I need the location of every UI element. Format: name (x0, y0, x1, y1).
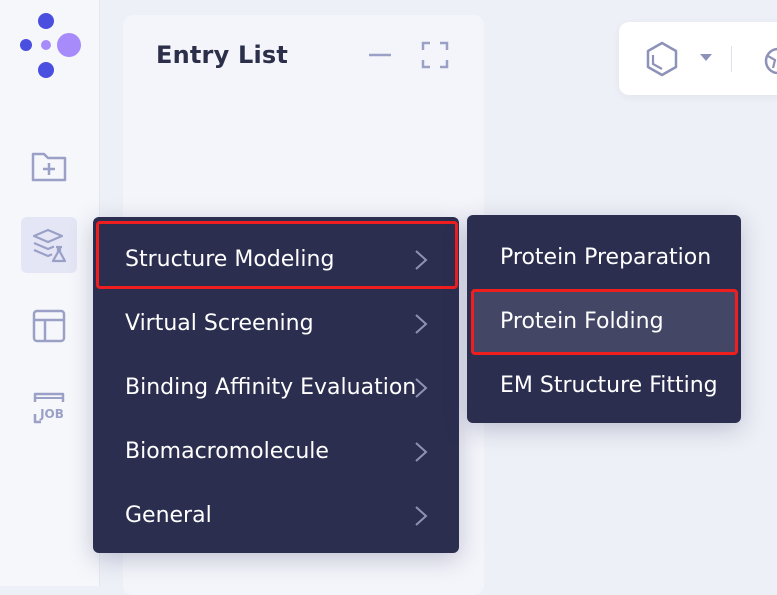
chevron-right-icon (415, 250, 428, 270)
dots-logo-icon[interactable] (14, 12, 84, 82)
menu-item-general[interactable]: General (93, 483, 459, 547)
menu-item-label: Protein Preparation (500, 244, 712, 270)
chevron-right-icon (415, 378, 428, 398)
menu-item-label: Protein Folding (500, 308, 664, 334)
molecule-hexagon-icon[interactable] (643, 40, 681, 78)
menu-item-label: General (125, 502, 212, 528)
chevron-right-icon (415, 506, 428, 526)
menu-item-binding-affinity-evaluation[interactable]: Binding Affinity Evaluation (93, 355, 459, 419)
chevron-right-icon (415, 314, 428, 334)
left-nav-rail: JOB (0, 0, 100, 586)
submenu-item-em-structure-fitting[interactable]: EM Structure Fitting (467, 353, 741, 417)
menu-item-label: EM Structure Fitting (500, 372, 718, 398)
new-project-button[interactable] (21, 138, 77, 194)
module-menu: Structure Modeling Virtual Screening Bin… (93, 217, 459, 553)
layout-button[interactable] (21, 298, 77, 354)
submenu-item-protein-preparation[interactable]: Protein Preparation (467, 225, 741, 289)
flask-layers-icon (32, 228, 67, 263)
globe-icon[interactable] (763, 46, 777, 76)
jobs-button[interactable]: JOB (21, 380, 77, 436)
layout-table-icon (32, 309, 66, 343)
submenu-item-protein-folding[interactable]: Protein Folding (473, 289, 735, 353)
toolbar-divider (731, 46, 732, 72)
menu-item-label: Biomacromolecule (125, 438, 329, 464)
structure-modeling-submenu: Protein Preparation Protein Folding EM S… (467, 215, 741, 423)
chevron-right-icon (415, 442, 428, 462)
menu-item-label: Structure Modeling (125, 246, 335, 272)
panel-title: Entry List (156, 41, 289, 69)
menu-item-label: Binding Affinity Evaluation (125, 374, 417, 400)
maximize-icon[interactable] (421, 41, 449, 69)
caret-down-icon[interactable] (699, 53, 713, 63)
folder-plus-icon (31, 152, 67, 182)
viewer-toolbar (619, 22, 777, 95)
menu-item-label: Virtual Screening (125, 310, 314, 336)
menu-item-biomacromolecule[interactable]: Biomacromolecule (93, 419, 459, 483)
workflow-modules-button[interactable] (21, 217, 77, 273)
menu-item-structure-modeling[interactable]: Structure Modeling (93, 227, 459, 291)
menu-item-virtual-screening[interactable]: Virtual Screening (93, 291, 459, 355)
job-icon: JOB (33, 392, 65, 424)
minimize-icon[interactable] (368, 43, 392, 67)
job-icon-label: JOB (39, 407, 64, 421)
